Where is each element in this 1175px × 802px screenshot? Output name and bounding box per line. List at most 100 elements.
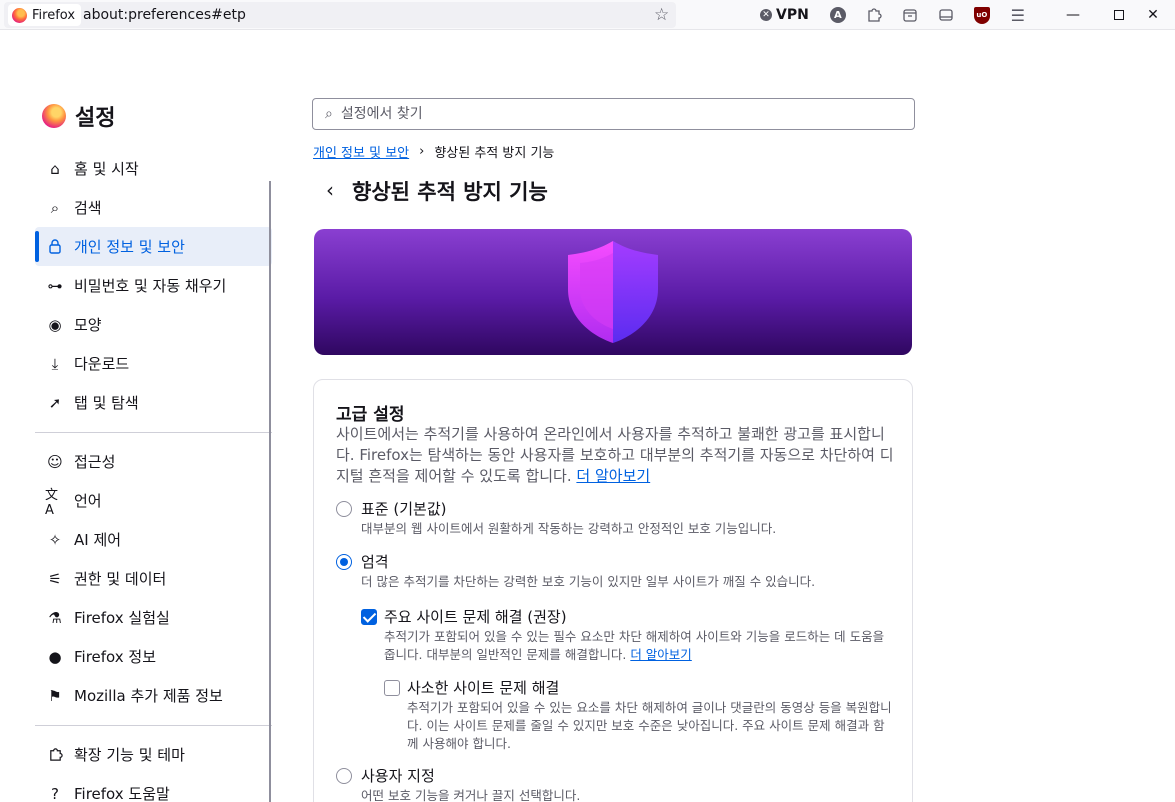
sidebar-item-downloads[interactable]: ⤓ 다운로드 bbox=[35, 344, 272, 383]
firefox-logo-icon bbox=[12, 7, 27, 23]
identity-label: Firefox bbox=[32, 7, 76, 23]
settings-title: 설정 bbox=[75, 106, 116, 131]
sidebar-button[interactable] bbox=[935, 4, 957, 26]
sidebar-nav: ⌂ 홈 및 시작 ⌕ 검색 개인 정보 및 보안 ⊶ 비밀번호 및 자동 채우기… bbox=[35, 149, 272, 802]
minor-fix-description: 추적기가 포함되어 있을 수 있는 요소를 차단 해제하여 글이나 댓글란의 동… bbox=[407, 700, 892, 751]
sidebar-item-about[interactable]: ● Firefox 정보 bbox=[35, 637, 272, 676]
ublock-icon: uO bbox=[973, 6, 990, 24]
extensions-button[interactable] bbox=[863, 4, 885, 26]
sidebar-item-labs[interactable]: ⚗ Firefox 실험실 bbox=[35, 598, 272, 637]
checkbox-minor-fix[interactable] bbox=[384, 680, 400, 696]
key-icon: ⊶ bbox=[47, 276, 63, 295]
advanced-settings-card: 고급 설정 사이트에서는 추적기를 사용하여 온라인에서 사용자를 추적하고 불… bbox=[313, 379, 913, 802]
sidebar-icon bbox=[939, 9, 953, 21]
sidebar-item-label: 탭 및 탐색 bbox=[74, 394, 139, 412]
option-standard-label[interactable]: 표준 (기본값) bbox=[361, 498, 446, 519]
sidebar-item-label: 모양 bbox=[74, 316, 102, 334]
sidebar-item-label: Firefox 실험실 bbox=[74, 609, 170, 627]
search-icon: ⌕ bbox=[50, 198, 60, 217]
sidebar-item-passwords[interactable]: ⊶ 비밀번호 및 자동 채우기 bbox=[35, 266, 272, 305]
major-fix-label[interactable]: 주요 사이트 문제 해결 (권장) bbox=[384, 606, 567, 627]
firefox-icon: ● bbox=[48, 647, 62, 666]
sidebar-item-language[interactable]: 文A 언어 bbox=[35, 481, 272, 520]
sidebar-item-permissions[interactable]: ⚟ 권한 및 데이터 bbox=[35, 559, 272, 598]
chevron-left-icon: ‹ bbox=[326, 178, 334, 202]
url-bar[interactable]: Firefox about:preferences#etp ☆ bbox=[4, 2, 676, 28]
section-title: 고급 설정 bbox=[336, 405, 405, 425]
breadcrumb: 개인 정보 및 보안 › 향상된 추적 방지 기능 bbox=[313, 142, 554, 161]
permissions-icon: ⚟ bbox=[48, 569, 62, 588]
sidebar-item-tabs[interactable]: ➚ 탭 및 탐색 bbox=[35, 383, 272, 422]
identity-box[interactable]: Firefox bbox=[8, 4, 82, 26]
sidebar-item-label: AI 제어 bbox=[74, 531, 122, 549]
sidebar-item-mozilla-products[interactable]: ⚑ Mozilla 추가 제품 정보 bbox=[35, 676, 272, 715]
checkbox-major-fix[interactable] bbox=[361, 609, 377, 625]
sidebar-item-label: 확장 기능 및 테마 bbox=[74, 746, 185, 764]
settings-search[interactable]: ⌕ bbox=[312, 98, 915, 130]
option-strict-description: 더 많은 추적기를 차단하는 강력한 보호 기능이 있지만 일부 사이트가 깨질… bbox=[361, 574, 816, 589]
sidebar-item-privacy[interactable]: 개인 정보 및 보안 bbox=[35, 227, 272, 266]
account-avatar-icon: A bbox=[829, 7, 846, 23]
sidebar-item-extensions[interactable]: 확장 기능 및 테마 bbox=[35, 735, 272, 774]
home-icon: ⌂ bbox=[50, 159, 60, 178]
sidebar-item-label: Firefox 도움말 bbox=[74, 785, 170, 802]
sidebar-item-accessibility[interactable]: ☺ 접근성 bbox=[35, 442, 272, 481]
option-standard-description: 대부분의 웹 사이트에서 원활하게 작동하는 강력하고 안정적인 보호 기능입니… bbox=[361, 521, 777, 536]
radio-standard[interactable] bbox=[336, 501, 352, 517]
lock-icon bbox=[45, 239, 65, 254]
account-button[interactable]: A bbox=[827, 4, 849, 26]
breadcrumb-separator: › bbox=[419, 144, 425, 159]
sidebar-scrollbar[interactable] bbox=[269, 181, 271, 802]
shield-icon bbox=[568, 241, 658, 343]
radio-custom[interactable] bbox=[336, 768, 352, 784]
hamburger-icon: ☰ bbox=[1010, 5, 1025, 25]
browser-toolbar: Firefox about:preferences#etp ☆ ✕ VPN A … bbox=[0, 0, 1175, 30]
bookmark-star-icon[interactable]: ☆ bbox=[654, 5, 669, 25]
minimize-button[interactable]: — bbox=[1050, 0, 1096, 30]
sidebar-item-appearance[interactable]: ◉ 모양 bbox=[35, 305, 272, 344]
maximize-icon bbox=[1114, 10, 1124, 20]
close-icon: ✕ bbox=[1147, 7, 1159, 23]
sidebar-item-label: 권한 및 데이터 bbox=[74, 570, 167, 588]
vpn-label: VPN bbox=[776, 7, 809, 23]
firefox-logo-icon bbox=[42, 104, 66, 128]
sidebar-item-help[interactable]: ? Firefox 도움말 bbox=[35, 774, 272, 802]
sidebar-item-label: Firefox 정보 bbox=[74, 648, 157, 666]
sidebar-item-label: 검색 bbox=[74, 199, 102, 217]
download-icon: ⤓ bbox=[51, 354, 59, 373]
translate-icon: 文A bbox=[45, 487, 59, 518]
minor-fix-label[interactable]: 사소한 사이트 문제 해결 bbox=[407, 677, 559, 698]
sidebar-item-label: Mozilla 추가 제품 정보 bbox=[74, 687, 223, 705]
sidebar-item-ai-controls[interactable]: ✧ AI 제어 bbox=[35, 520, 272, 559]
menu-button[interactable]: ☰ bbox=[1007, 4, 1029, 26]
search-input[interactable] bbox=[340, 106, 881, 122]
page-title: 향상된 추적 방지 기능 bbox=[352, 180, 548, 204]
back-button[interactable]: ‹ bbox=[318, 176, 342, 204]
learn-more-link[interactable]: 더 알아보기 bbox=[576, 467, 650, 485]
help-icon: ? bbox=[51, 784, 59, 802]
sidebar-divider bbox=[35, 432, 272, 433]
sidebar-item-label: 비밀번호 및 자동 채우기 bbox=[74, 277, 227, 295]
sidebar-item-home[interactable]: ⌂ 홈 및 시작 bbox=[35, 149, 272, 188]
option-custom-label[interactable]: 사용자 지정 bbox=[361, 765, 435, 786]
breadcrumb-link-privacy[interactable]: 개인 정보 및 보안 bbox=[313, 142, 409, 161]
sidebar-item-search[interactable]: ⌕ 검색 bbox=[35, 188, 272, 227]
archive-icon bbox=[903, 9, 917, 22]
sidebar-item-label: 다운로드 bbox=[74, 355, 130, 373]
close-window-button[interactable]: ✕ bbox=[1130, 0, 1175, 30]
puzzle-icon bbox=[868, 8, 882, 22]
option-strict-label[interactable]: 엄격 bbox=[361, 551, 389, 572]
sidebar-divider bbox=[35, 725, 272, 726]
ublock-button[interactable]: uO bbox=[971, 4, 993, 26]
minimize-icon: — bbox=[1066, 7, 1080, 23]
vpn-button[interactable]: ✕ VPN bbox=[760, 7, 809, 23]
major-fix-learn-more-link[interactable]: 더 알아보기 bbox=[630, 647, 691, 662]
vpn-off-icon: ✕ bbox=[760, 9, 772, 21]
cursor-icon: ➚ bbox=[48, 393, 62, 412]
tabs-button[interactable] bbox=[899, 4, 921, 26]
radio-strict[interactable] bbox=[336, 554, 352, 570]
puzzle-icon bbox=[45, 747, 65, 762]
sidebar-item-label: 접근성 bbox=[74, 453, 116, 471]
settings-brand: 설정 bbox=[42, 100, 115, 132]
url-text[interactable]: about:preferences#etp bbox=[83, 7, 246, 23]
